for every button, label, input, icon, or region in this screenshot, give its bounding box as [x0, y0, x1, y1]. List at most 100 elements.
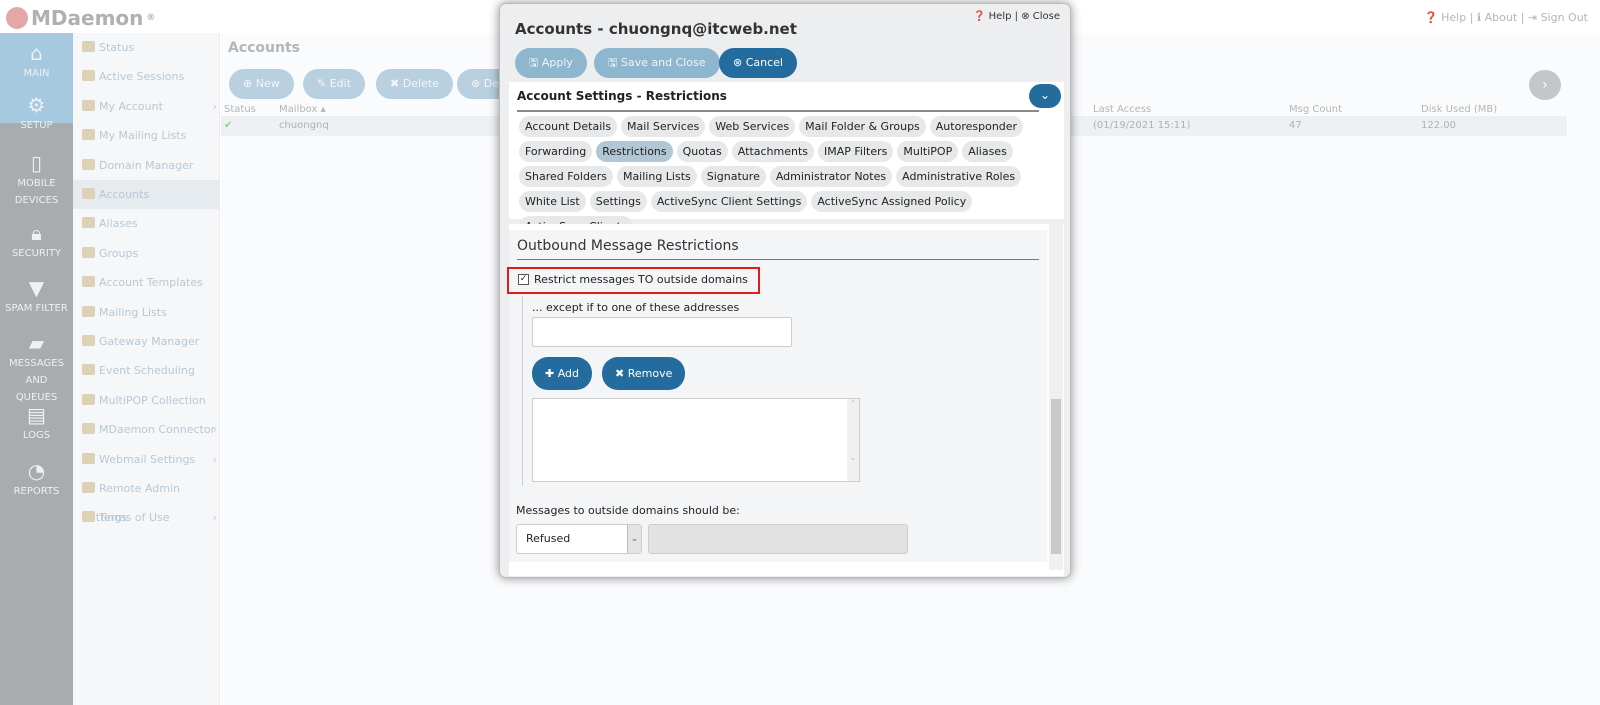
settings-tab[interactable]: Restrictions	[596, 141, 673, 162]
remove-button[interactable]: ✖ Remove	[602, 357, 686, 390]
subnav-item[interactable]: My Account ›	[73, 92, 220, 121]
nav-reports[interactable]: ◔ REPORTS	[0, 459, 73, 504]
subnav-item[interactable]: Accounts	[73, 180, 220, 209]
disposition-select[interactable]: Refused ⌄	[516, 524, 642, 554]
settings-tab[interactable]: Administrative Roles	[896, 166, 1022, 187]
subnav-label: MultiPOP Collection	[99, 393, 206, 407]
col-disk-used[interactable]: Disk Used (MB)	[1421, 104, 1497, 115]
item-icon	[82, 158, 95, 170]
item-icon	[82, 305, 95, 317]
subnav-item[interactable]: Active Sessions	[73, 62, 220, 91]
nav-security[interactable]: 🔒︎ SECURITY	[0, 221, 73, 266]
list-scrollbar[interactable]: ⌃ ⌄	[847, 399, 859, 481]
settings-tab[interactable]: Attachments	[731, 141, 815, 162]
col-status[interactable]: Status	[224, 104, 256, 115]
disposition-value: Refused	[526, 532, 571, 545]
chevron-down-icon: ⌄	[627, 525, 641, 553]
item-icon	[82, 70, 95, 82]
restrict-outside-checkbox[interactable]: ✓	[518, 274, 529, 285]
except-address-input[interactable]	[532, 317, 792, 347]
subnav-item[interactable]: Mailing Lists	[73, 298, 220, 327]
settings-tab[interactable]: Signature	[700, 166, 766, 187]
nav-logs[interactable]: ▤ LOGS	[0, 403, 73, 448]
settings-tab[interactable]: Mail Folder & Groups	[799, 116, 926, 137]
form-scrollbar[interactable]	[1049, 224, 1063, 570]
divider	[517, 259, 1039, 260]
disposition-extra-field	[648, 524, 908, 554]
msg-count-cell: 47	[1289, 120, 1302, 131]
subnav-item[interactable]: Groups	[73, 239, 220, 268]
subnav-item[interactable]: Event Scheduling	[73, 356, 220, 385]
scrollbar-thumb[interactable]	[1051, 399, 1061, 554]
add-button[interactable]: ✚ Add	[532, 357, 593, 390]
settings-tab[interactable]: White List	[519, 191, 586, 212]
item-icon	[82, 393, 95, 405]
settings-tab[interactable]: Autoresponder	[929, 116, 1024, 137]
subnav-item[interactable]: Remote Admin Settings ›	[73, 474, 220, 524]
delete-button[interactable]: ✖ Delete	[376, 69, 453, 99]
settings-tab[interactable]: IMAP Filters	[818, 141, 894, 162]
x-icon: ✖	[615, 367, 625, 380]
settings-tab[interactable]: Shared Folders	[519, 166, 613, 187]
nav-setup[interactable]: ⚙ SETUP	[0, 93, 73, 143]
about-link[interactable]: ℹ About	[1477, 11, 1517, 24]
settings-tab[interactable]: Mail Services	[621, 116, 706, 137]
mdaemon-logo: MDaemon ®	[6, 6, 155, 30]
settings-tab[interactable]: Administrator Notes	[769, 166, 893, 187]
settings-tab[interactable]: Aliases	[962, 141, 1013, 162]
item-icon	[82, 364, 95, 376]
dialog-help-link[interactable]: ❓ Help	[973, 11, 1011, 22]
chevron-right-icon: ›	[212, 452, 217, 466]
settings-tab[interactable]: Forwarding	[519, 141, 593, 162]
item-icon	[82, 276, 95, 288]
subnav-item[interactable]: MDaemon Connector ›	[73, 415, 220, 444]
sign-out-link[interactable]: ⇥ Sign Out	[1528, 11, 1588, 24]
folder-icon: ▰	[28, 331, 45, 355]
settings-tab[interactable]: MultiPOP	[897, 141, 959, 162]
save-and-close-button[interactable]: 🖫 Save and Close	[594, 48, 720, 78]
settings-tab[interactable]: Web Services	[709, 116, 796, 137]
nav-mobile-devices[interactable]: ▯ MOBILE DEVICES	[0, 151, 73, 211]
help-link[interactable]: ❓ Help	[1424, 11, 1466, 24]
collapse-toggle-button[interactable]: ⌄	[1029, 84, 1061, 108]
disk-used-cell: 122.00	[1421, 120, 1456, 131]
edit-button[interactable]: ✎ Edit	[303, 69, 366, 99]
settings-tab[interactable]: Quotas	[676, 141, 728, 162]
restrictions-form: Outbound Message Restrictions ✓ Restrict…	[507, 224, 1064, 576]
subnav-item[interactable]: Domain Manager	[73, 151, 220, 180]
subnav-item[interactable]: Terms of Use	[73, 503, 220, 532]
settings-tab[interactable]: ActiveSync Client Settings	[650, 191, 808, 212]
form-body: Outbound Message Restrictions ✓ Restrict…	[507, 230, 1047, 562]
nav-messages-queues[interactable]: ▰ MESSAGES AND QUEUES	[0, 331, 73, 403]
subnav-item[interactable]: Status	[73, 33, 220, 62]
col-msg-count[interactable]: Msg Count	[1289, 104, 1342, 115]
restrict-outside-checkbox-row[interactable]: ✓ Restrict messages TO outside domains	[518, 273, 748, 286]
subnav-item[interactable]: Aliases	[73, 209, 220, 238]
settings-title: Account Settings - Restrictions	[517, 89, 727, 103]
settings-tab[interactable]: ActiveSync Assigned Policy	[811, 191, 973, 212]
cancel-button[interactable]: ⊗ Cancel	[719, 48, 797, 78]
address-list[interactable]: ⌃ ⌄	[532, 398, 860, 482]
col-last-access[interactable]: Last Access	[1093, 104, 1151, 115]
divider	[517, 110, 1039, 112]
settings-tab[interactable]: Account Details	[519, 116, 618, 137]
subnav-item[interactable]: Webmail Settings ›	[73, 445, 220, 474]
settings-tab[interactable]: Mailing Lists	[616, 166, 697, 187]
subnav-item[interactable]: Gateway Manager	[73, 327, 220, 356]
about-label: About	[1484, 11, 1518, 24]
nav-spam-filter[interactable]: ▼ SPAM FILTER	[0, 276, 73, 321]
subnav-label: Aliases	[99, 217, 138, 231]
next-arrow-button[interactable]: ›	[1529, 70, 1561, 100]
subnav-item[interactable]: My Mailing Lists	[73, 121, 220, 150]
new-button[interactable]: ⊕ New	[229, 69, 294, 99]
settings-tab[interactable]: Settings	[589, 191, 647, 212]
apply-button[interactable]: 🖫 Apply	[515, 48, 587, 78]
subnav-label: MDaemon Connector	[99, 423, 216, 437]
subnav-item[interactable]: Account Templates	[73, 268, 220, 297]
col-mailbox[interactable]: Mailbox ▴	[279, 104, 326, 115]
nav-label: SECURITY	[11, 248, 62, 259]
nav-label: LOGS	[22, 430, 51, 441]
item-icon	[82, 41, 95, 52]
subnav-item[interactable]: MultiPOP Collection	[73, 386, 220, 415]
dialog-close-link[interactable]: ⊗ Close	[1021, 11, 1060, 22]
